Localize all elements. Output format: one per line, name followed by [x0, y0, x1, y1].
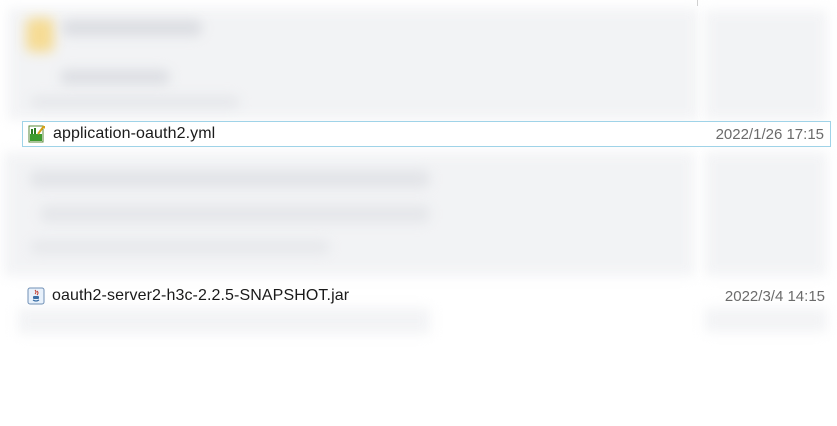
file-modified-date: 2022/3/4 14:15 — [724, 287, 825, 305]
blurred-date-column-top — [705, 10, 827, 120]
blurred-text-line — [40, 205, 430, 223]
blurred-text-line — [30, 240, 330, 254]
blurred-text-line — [30, 96, 240, 108]
blurred-region-bottom — [18, 308, 430, 334]
blurred-folder-icon — [26, 18, 54, 52]
yml-file-icon — [28, 125, 46, 143]
file-row-application-oauth2-yml[interactable]: application-oauth2.yml 2022/1/26 17:15 — [22, 121, 831, 147]
file-modified-date: 2022/1/26 17:15 — [715, 125, 824, 143]
java-jar-file-icon — [27, 287, 45, 305]
column-divider — [697, 0, 698, 6]
blurred-text-line — [62, 20, 202, 36]
file-name: oauth2-server2-h3c-2.2.5-SNAPSHOT.jar — [52, 287, 350, 304]
file-row-oauth2-server2-jar[interactable]: oauth2-server2-h3c-2.2.5-SNAPSHOT.jar 20… — [22, 283, 831, 309]
blurred-date-column-middle — [705, 152, 827, 276]
blurred-date-column-bottom — [705, 308, 827, 332]
blurred-text-line — [60, 70, 170, 84]
blurred-text-line — [30, 170, 430, 188]
file-name: application-oauth2.yml — [53, 125, 216, 142]
